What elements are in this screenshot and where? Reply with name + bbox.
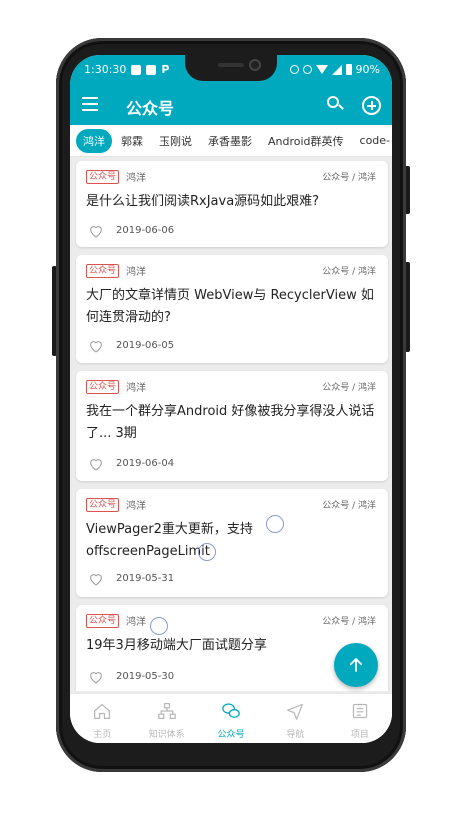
article-card[interactable]: 公众号 鸿洋 公众号 / 鸿洋 ViewPager2重大更新，支持offscre…: [76, 489, 388, 597]
author-tabs: 鸿洋 郭霖 玉刚说 承香墨影 Android群英传 code-: [70, 125, 392, 157]
nav-home[interactable]: 主页: [70, 694, 134, 743]
article-author: 鸿洋: [126, 267, 146, 278]
article-list: 公众号 鸿洋 公众号 / 鸿洋 是什么让我们阅读RxJava源码如此艰难? 20…: [70, 159, 392, 691]
article-date: 2019-06-04: [116, 458, 175, 469]
heart-icon[interactable]: [88, 571, 104, 587]
app-bar: 公众号: [70, 85, 392, 125]
article-date: 2019-06-05: [116, 340, 175, 351]
nav-label: 导航: [286, 730, 305, 740]
article-chapter: 公众号 / 鸿洋: [322, 383, 376, 393]
phone-screen: 1:30:30 P 90% 公众号 鸿洋 郭霖 玉刚说 承香墨影 Android…: [70, 55, 392, 743]
alarm-icon: [289, 65, 299, 74]
search-icon[interactable]: [327, 96, 345, 114]
scroll-to-top-button[interactable]: [334, 643, 378, 687]
tab-code[interactable]: code-: [353, 130, 392, 151]
article-card[interactable]: 公众号 鸿洋 公众号 / 鸿洋 大厂的文章详情页 WebView与 Recycl…: [76, 255, 388, 363]
navigation-icon: [287, 703, 304, 720]
tab-android-qunyingzhuan[interactable]: Android群英传: [261, 129, 351, 153]
article-chapter: 公众号 / 鸿洋: [322, 617, 376, 627]
article-title: 大厂的文章详情页 WebView与 RecyclerView 如何连贯滑动的?: [86, 288, 374, 325]
heart-icon[interactable]: [88, 456, 104, 472]
article-chapter: 公众号 / 鸿洋: [322, 173, 376, 183]
article-date: 2019-06-06: [116, 225, 175, 236]
nav-label: 项目: [350, 730, 369, 740]
tab-yugangshuo[interactable]: 玉刚说: [152, 129, 199, 153]
nav-knowledge[interactable]: 知识体系: [134, 694, 198, 743]
nav-label: 主页: [93, 730, 112, 740]
tree-icon: [157, 703, 176, 719]
nav-label: 公众号: [217, 730, 245, 740]
article-chapter: 公众号 / 鸿洋: [322, 267, 376, 277]
notch: [185, 55, 277, 81]
wechat-icon: [222, 703, 240, 718]
web-icon[interactable]: [362, 96, 381, 115]
wifi-icon: [315, 65, 328, 74]
heart-icon[interactable]: [88, 223, 104, 239]
menu-icon[interactable]: [82, 97, 98, 111]
heart-icon[interactable]: [88, 669, 104, 685]
wechat-badge: 公众号: [86, 498, 120, 512]
article-author: 鸿洋: [126, 501, 146, 512]
article-author: 鸿洋: [126, 617, 146, 628]
nav-navigation[interactable]: 导航: [263, 694, 327, 743]
wechat-badge: 公众号: [86, 614, 120, 628]
article-title: 我在一个群分享Android 好像被我分享得没人说话了... 3期: [86, 404, 375, 441]
parking-notification-icon: P: [161, 63, 170, 76]
signal-icon: [331, 64, 342, 75]
article-author: 鸿洋: [126, 383, 146, 394]
tab-chengxiangmoying[interactable]: 承香墨影: [201, 129, 259, 153]
page-title: 公众号: [126, 99, 175, 118]
gallery-notification-icon: [146, 64, 157, 75]
tab-guolin[interactable]: 郭霖: [114, 129, 150, 153]
wechat-badge: 公众号: [86, 380, 120, 394]
nav-project[interactable]: 项目: [328, 694, 392, 743]
heart-icon[interactable]: [88, 338, 104, 354]
arrow-up-icon: [349, 658, 363, 672]
home-icon: [94, 703, 111, 719]
article-title: 19年3月移动端大厂面试题分享: [86, 638, 267, 653]
wechat-badge: 公众号: [86, 264, 120, 278]
article-card[interactable]: 公众号 鸿洋 公众号 / 鸿洋 我在一个群分享Android 好像被我分享得没人…: [76, 371, 388, 481]
tab-hongyang[interactable]: 鸿洋: [76, 128, 112, 153]
status-time: 1:30:30: [84, 63, 127, 76]
article-card[interactable]: 公众号 鸿洋 公众号 / 鸿洋 是什么让我们阅读RxJava源码如此艰难? 20…: [76, 161, 388, 247]
article-title: ViewPager2重大更新，支持offscreenPageLimit: [86, 522, 253, 559]
article-author: 鸿洋: [126, 173, 146, 184]
image-notification-icon: [131, 64, 142, 75]
touch-indicator: [150, 617, 168, 635]
article-date: 2019-05-31: [116, 573, 175, 584]
nav-label: 知识体系: [148, 730, 185, 740]
bottom-navigation: 主页 知识体系 公众号 导航 项目: [70, 693, 392, 743]
battery-percent: 90%: [355, 63, 380, 76]
article-chapter: 公众号 / 鸿洋: [322, 501, 376, 511]
battery-icon: [345, 64, 352, 75]
headset-icon: [302, 65, 312, 74]
project-icon: [352, 703, 367, 719]
front-camera: [249, 59, 261, 71]
wechat-badge: 公众号: [86, 170, 120, 184]
speaker: [218, 63, 244, 67]
article-date: 2019-05-30: [116, 671, 175, 682]
nav-wechat[interactable]: 公众号: [199, 694, 263, 743]
article-title: 是什么让我们阅读RxJava源码如此艰难?: [86, 194, 320, 209]
